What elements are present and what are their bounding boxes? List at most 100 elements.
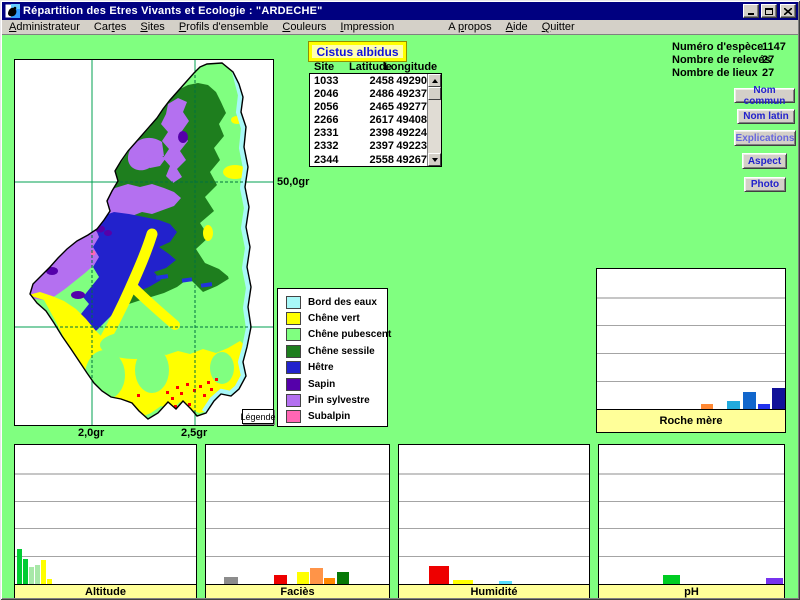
chart-panel-ph: pH [598,444,785,599]
info-label-releves: Nombre de relevés [672,54,770,66]
scroll-down-icon[interactable] [428,153,441,166]
chart-label-humidite: Humidité [399,584,589,598]
ph-bar [766,578,783,584]
photo-button[interactable]: Photo [744,177,786,192]
legend-swatch [286,296,301,309]
legend-label: Hêtre [308,362,334,373]
x-axis-tick-2: 2,5gr [181,427,207,439]
app-window: { "window": { "title": "Répartition des … [0,0,800,600]
chart-panel-humidite: Humidité [398,444,590,599]
table-row[interactable]: 2331239849224 [310,127,427,140]
table-scrollbar[interactable] [427,74,441,166]
chart-label-ph: pH [599,584,784,598]
facies-bar [224,577,238,584]
legend-item: Subalpin [278,409,387,425]
map-legend: Bord des eauxChêne vertChêne pubescentCh… [277,288,388,427]
chart-area-ph [599,445,784,584]
scrollbar-track[interactable] [428,100,441,153]
roche_mere-bar [727,401,740,409]
scroll-up-icon[interactable] [428,74,441,87]
legend-label: Chêne pubescent [308,329,391,340]
menu-item-aide[interactable]: Aide [499,21,535,33]
legend-swatch [286,394,301,407]
altitude-bar [23,559,28,584]
nom-commun-button[interactable]: Nom commun [734,88,795,103]
species-info: Numéro d'espèce1147 Nombre de relevés27 … [672,41,798,80]
roche_mere-bar [758,404,770,409]
altitude-bar [47,579,52,584]
chart-label-roche-mere: Roche mère [597,409,785,432]
info-value-espece: 1147 [762,41,786,53]
col-header-longitude: Longitude [384,61,437,73]
info-value-releves: 27 [762,54,774,66]
menu-item-sites[interactable]: Sites [133,21,171,33]
scrollbar-thumb[interactable] [428,87,441,100]
legend-item: Chêne vert [278,310,387,326]
roche_mere-bar [701,404,713,409]
humidite-bar [499,581,512,584]
table-row[interactable]: 1033245849290 [310,75,427,88]
aspect-button[interactable]: Aspect [742,153,787,169]
altitude-bar [17,549,22,584]
legend-item: Pin sylvestre [278,392,387,408]
altitude-bar [35,565,40,584]
menu-item-cartes[interactable]: Cartes [87,21,133,33]
legende-button[interactable]: Légende [242,409,274,424]
ardeche-vegetation-map[interactable] [15,60,273,425]
explications-button[interactable]: Explications [734,130,796,146]
chart-panel-roche-mere: Roche mère [596,268,786,433]
chart-area-altitude [15,445,196,584]
table-row[interactable]: 2056246549277 [310,101,427,114]
legend-swatch [286,312,301,325]
maximize-icon[interactable] [761,4,777,18]
menu-item-quitter[interactable]: Quitter [535,21,582,33]
legend-label: Pin sylvestre [308,395,370,406]
humidite-bar [429,566,449,584]
legend-item: Bord des eaux [278,294,387,310]
legend-swatch [286,328,301,341]
humidite-bar [453,580,473,584]
chart-area-roche-mere [597,269,785,409]
chart-label-facies: Faciès [206,584,389,598]
legend-swatch [286,345,301,358]
chart-panel-facies: Faciès [205,444,390,599]
table-row[interactable]: 2046248649237 [310,88,427,101]
chart-panel-altitude: Altitude [14,444,197,599]
map-panel: Légende [14,59,274,426]
info-label-espece: Numéro d'espèce [672,41,763,53]
legend-item: Chêne pubescent [278,327,387,343]
legend-label: Sapin [308,379,335,390]
legend-swatch [286,410,301,423]
menu-item-couleurs[interactable]: Couleurs [275,21,333,33]
menu-item-impression[interactable]: Impression [333,21,401,33]
app-icon [5,4,20,18]
menu-bar: AdministrateurCartesSitesProfils d'ensem… [2,20,798,35]
chart-area-facies [206,445,389,584]
facies-bar [310,568,323,584]
close-icon[interactable] [780,4,796,18]
legend-item: Hêtre [278,360,387,376]
facies-bar [337,572,349,584]
menu-item-profils-d-ensemble[interactable]: Profils d'ensemble [172,21,276,33]
menu-item-administrateur[interactable]: Administrateur [2,21,87,33]
legend-item: Sapin [278,376,387,392]
facies-bar [297,572,309,584]
sites-table: 1033245849290204624864923720562465492772… [309,73,442,167]
facies-bar [324,578,335,584]
table-row[interactable]: 2344255849267 [310,154,427,166]
ph-bar [663,575,680,584]
minimize-icon[interactable] [743,4,759,18]
col-header-site: Site [314,61,334,73]
nom-latin-button[interactable]: Nom latin [737,109,795,124]
chart-area-humidite [399,445,589,584]
y-axis-tick: 50,0gr [277,176,309,188]
info-label-lieux: Nombre de lieux [672,67,758,79]
chart-label-altitude: Altitude [15,584,196,598]
legend-label: Chêne sessile [308,346,375,357]
menu-item-a-propos[interactable]: A propos [441,21,498,33]
legend-label: Bord des eaux [308,297,377,308]
table-row[interactable]: 2332239749223 [310,140,427,153]
legend-label: Chêne vert [308,313,360,324]
table-row[interactable]: 2266261749408 [310,114,427,127]
legend-swatch [286,361,301,374]
